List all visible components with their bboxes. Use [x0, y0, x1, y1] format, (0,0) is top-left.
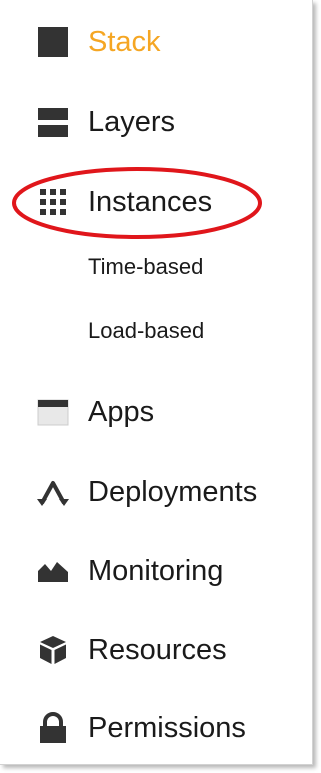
nav-item-stack[interactable]: Stack [0, 16, 312, 68]
nav-item-label: Layers [88, 106, 176, 138]
nav-item-instances[interactable]: Instances [0, 176, 312, 228]
nav-item-monitoring[interactable]: Monitoring [0, 545, 312, 597]
nav-item-label: Stack [88, 26, 161, 58]
cube-icon [36, 633, 70, 667]
nav-item-label: Monitoring [88, 555, 224, 587]
mountain-icon [36, 554, 70, 588]
nav-item-label: Resources [88, 634, 227, 666]
square-icon [36, 25, 70, 59]
nav-item-apps[interactable]: Apps [0, 386, 312, 438]
nav-item-resources[interactable]: Resources [0, 624, 312, 676]
layers-icon [36, 105, 70, 139]
nav-item-layers[interactable]: Layers [0, 96, 312, 148]
subnav-item-label: Load-based [88, 318, 205, 343]
grid-icon [36, 185, 70, 219]
nav-item-label: Instances [88, 186, 213, 218]
nav-item-permissions[interactable]: Permissions [0, 702, 312, 754]
nav-item-label: Permissions [88, 712, 246, 744]
deploy-icon [36, 475, 70, 509]
subnav-item-label: Time-based [88, 254, 204, 279]
subnav-item-time-based[interactable]: Time-based [0, 248, 312, 284]
nav-item-label: Apps [88, 396, 155, 428]
window-icon [36, 395, 70, 429]
lock-icon [36, 711, 70, 745]
nav-item-deployments[interactable]: Deployments [0, 466, 312, 518]
nav-item-label: Deployments [88, 476, 258, 508]
navigation-panel: Stack Layers Instances Time-based Load-b… [0, 0, 313, 765]
subnav-item-load-based[interactable]: Load-based [0, 312, 312, 348]
